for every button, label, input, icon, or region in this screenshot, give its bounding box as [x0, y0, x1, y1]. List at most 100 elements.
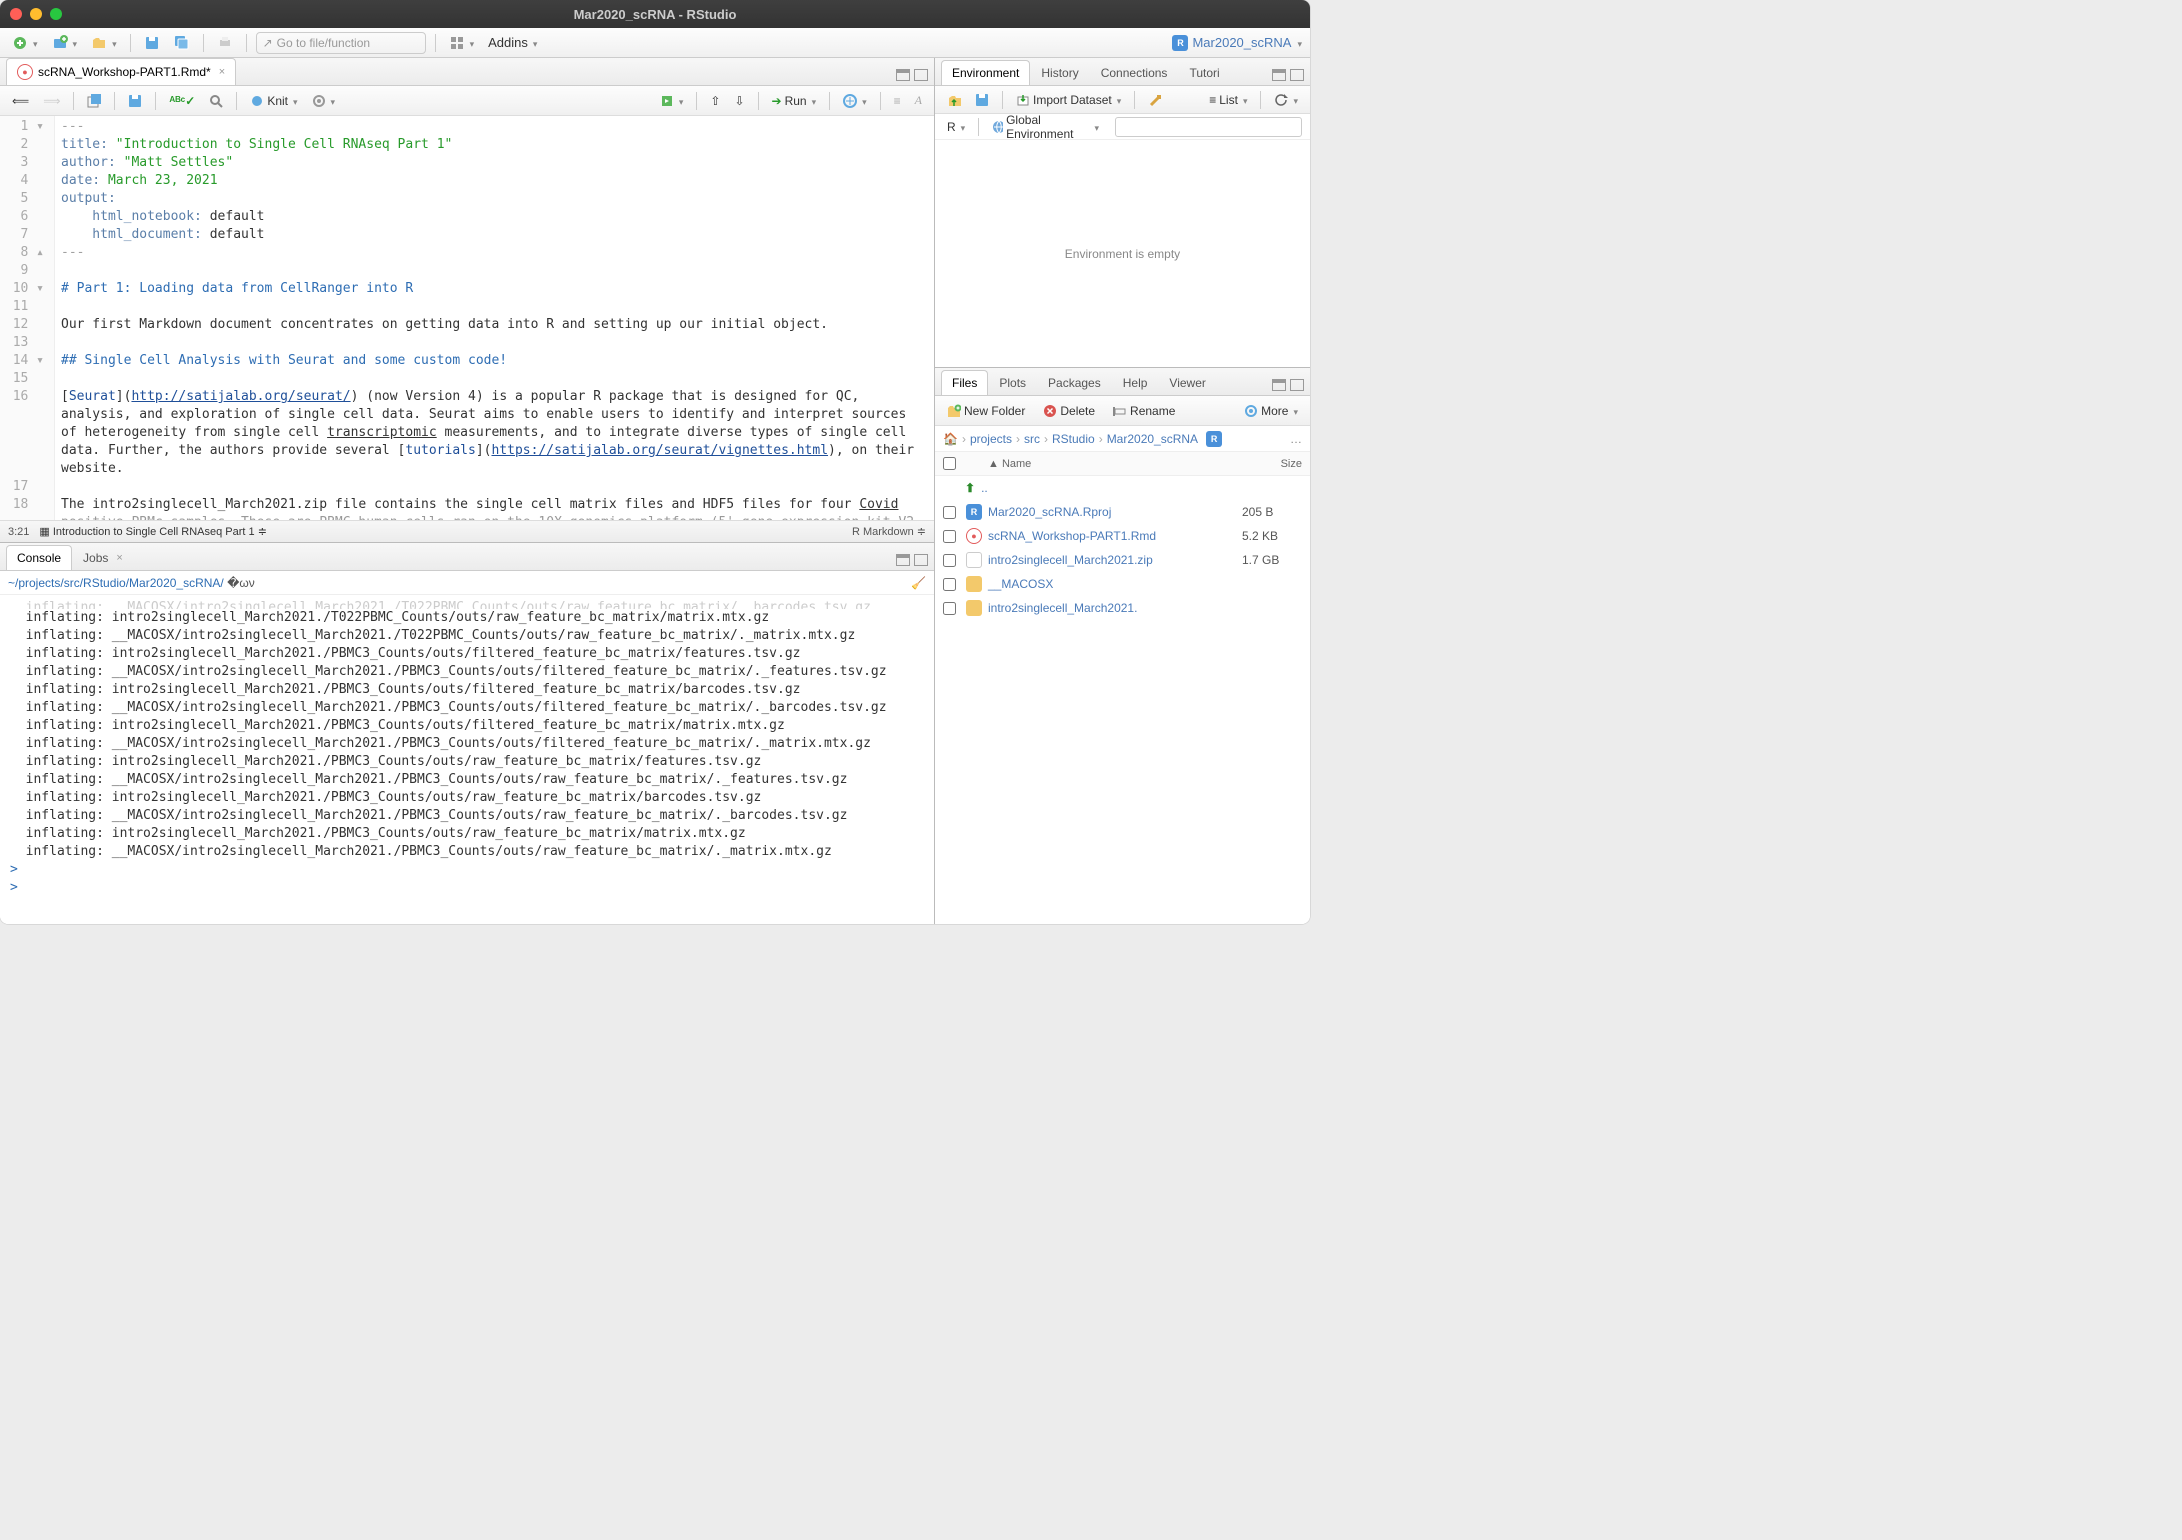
cursor-position: 3:21 — [8, 526, 29, 538]
addins-button[interactable]: Addins — [484, 33, 541, 52]
crumb-current[interactable]: Mar2020_scRNA — [1107, 432, 1198, 446]
files-toolbar: New Folder Delete Rename More — [935, 396, 1310, 426]
env-tabs: Environment History Connections Tutori — [935, 58, 1310, 86]
tab-connections[interactable]: Connections — [1090, 60, 1179, 85]
view-mode-button[interactable]: ≡ List — [1205, 91, 1251, 109]
file-row[interactable]: RMar2020_scRNA.Rproj205 B — [935, 500, 1310, 524]
rename-button[interactable]: Rename — [1109, 402, 1179, 420]
more-button[interactable]: More — [1240, 402, 1302, 420]
settings-button[interactable] — [308, 92, 340, 110]
minimize-pane-icon[interactable] — [896, 69, 910, 81]
open-file-button[interactable] — [87, 33, 121, 53]
tab-packages[interactable]: Packages — [1037, 370, 1112, 395]
file-row[interactable]: ●scRNA_Workshop-PART1.Rmd5.2 KB — [935, 524, 1310, 548]
file-row-up[interactable]: ⬆.. — [935, 476, 1310, 500]
col-size-label[interactable]: Size — [1281, 458, 1302, 470]
console-path[interactable]: ~/projects/src/RStudio/Mar2020_scRNA/ — [8, 576, 224, 590]
nav-back-button[interactable]: ⟸ — [8, 92, 33, 110]
source-tab-label: scRNA_Workshop-PART1.Rmd* — [38, 65, 211, 79]
select-all-checkbox[interactable] — [943, 457, 956, 470]
close-tab-icon[interactable]: × — [219, 66, 225, 78]
maximize-env-icon[interactable] — [1290, 69, 1304, 81]
crumb-projects[interactable]: projects — [970, 432, 1012, 446]
folder-icon — [966, 576, 982, 592]
find-button[interactable] — [205, 92, 227, 110]
import-dataset-button[interactable]: Import Dataset — [1012, 91, 1125, 109]
file-name: __MACOSX — [988, 577, 1053, 591]
close-jobs-icon[interactable]: × — [116, 552, 122, 564]
save-button[interactable] — [140, 33, 164, 53]
grid-button[interactable] — [445, 33, 479, 53]
file-checkbox[interactable] — [943, 602, 956, 615]
minimize-files-icon[interactable] — [1272, 379, 1286, 391]
delete-button[interactable]: Delete — [1039, 402, 1099, 420]
console-tabs: Console Jobs× — [0, 543, 934, 571]
crumb-more-icon[interactable]: … — [1290, 432, 1302, 446]
insert-chunk-button[interactable] — [656, 92, 688, 110]
window-title: Mar2020_scRNA - RStudio — [0, 7, 1310, 22]
file-type[interactable]: R Markdown ≑ — [852, 525, 926, 538]
new-project-button[interactable] — [48, 33, 82, 53]
code-editor[interactable]: 1 ▾2 3 4 5 6 7 8 ▴9 10 ▾11 12 13 14 ▾15 … — [0, 116, 934, 520]
go-up-button[interactable]: ⇧ — [706, 92, 724, 110]
nav-forward-button[interactable]: ⟹ — [39, 92, 64, 110]
load-workspace-button[interactable] — [943, 91, 965, 109]
tab-environment[interactable]: Environment — [941, 60, 1030, 85]
file-row[interactable]: intro2singlecell_March2021.zip1.7 GB — [935, 548, 1310, 572]
print-button[interactable] — [213, 33, 237, 53]
save-all-button[interactable] — [170, 33, 194, 53]
new-folder-button[interactable]: New Folder — [943, 402, 1029, 420]
save-workspace-button[interactable] — [971, 91, 993, 109]
clear-workspace-button[interactable] — [1144, 91, 1166, 109]
project-menu[interactable]: RMar2020_scRNA — [1172, 35, 1302, 51]
maximize-pane-icon[interactable] — [914, 69, 928, 81]
file-name: Mar2020_scRNA.Rproj — [988, 505, 1111, 519]
file-checkbox[interactable] — [943, 506, 956, 519]
file-size: 1.7 GB — [1242, 553, 1302, 567]
tab-history[interactable]: History — [1030, 60, 1089, 85]
goto-file-function-input[interactable]: ↗Go to file/function — [256, 32, 426, 54]
minimize-console-icon[interactable] — [896, 554, 910, 566]
minimize-env-icon[interactable] — [1272, 69, 1286, 81]
home-icon[interactable]: 🏠 — [943, 432, 958, 446]
run-button[interactable]: ➔ Run — [768, 92, 821, 110]
env-empty-message: Environment is empty — [935, 140, 1310, 367]
refresh-env-button[interactable] — [1270, 91, 1302, 109]
save-source-button[interactable] — [124, 92, 146, 110]
clear-console-icon[interactable]: 🧹 — [911, 576, 926, 590]
crumb-src[interactable]: src — [1024, 432, 1040, 446]
section-nav[interactable]: ▦ Introduction to Single Cell RNAseq Par… — [39, 525, 267, 538]
console-output[interactable]: inflating: __MACOSX/intro2singlecell_Mar… — [0, 595, 934, 924]
env-search-input[interactable] — [1115, 117, 1302, 137]
file-checkbox[interactable] — [943, 530, 956, 543]
knit-button[interactable]: Knit — [246, 92, 301, 110]
file-row[interactable]: intro2singlecell_March2021. — [935, 596, 1310, 620]
maximize-files-icon[interactable] — [1290, 379, 1304, 391]
crumb-rstudio[interactable]: RStudio — [1052, 432, 1095, 446]
tab-plots[interactable]: Plots — [988, 370, 1037, 395]
tab-help[interactable]: Help — [1112, 370, 1159, 395]
files-header: ▲ Name Size — [935, 452, 1310, 476]
show-in-new-window-button[interactable] — [83, 92, 105, 110]
col-name-label[interactable]: Name — [1002, 458, 1031, 470]
code-area[interactable]: ---title: "Introduction to Single Cell R… — [55, 116, 934, 520]
tab-files[interactable]: Files — [941, 370, 988, 395]
outline-button[interactable]: ≡ — [890, 92, 905, 110]
tab-jobs[interactable]: Jobs× — [72, 545, 134, 570]
language-selector[interactable]: R — [943, 118, 969, 136]
tab-viewer[interactable]: Viewer — [1158, 370, 1216, 395]
spellcheck-button[interactable]: ᴬᴮᶜ✓ — [165, 92, 199, 110]
publish-button[interactable] — [839, 92, 871, 110]
new-file-button[interactable] — [8, 33, 42, 53]
file-row[interactable]: __MACOSX — [935, 572, 1310, 596]
file-checkbox[interactable] — [943, 578, 956, 591]
maximize-console-icon[interactable] — [914, 554, 928, 566]
go-down-button[interactable]: ⇩ — [730, 92, 748, 110]
tab-tutorial[interactable]: Tutori — [1178, 60, 1230, 85]
file-checkbox[interactable] — [943, 554, 956, 567]
rmd-icon: ● — [966, 528, 982, 544]
tab-console[interactable]: Console — [6, 545, 72, 570]
scope-selector[interactable]: Global Environment — [988, 111, 1103, 143]
source-tab-file[interactable]: ● scRNA_Workshop-PART1.Rmd* × — [6, 58, 236, 85]
visual-editor-button[interactable]: A — [911, 91, 926, 110]
